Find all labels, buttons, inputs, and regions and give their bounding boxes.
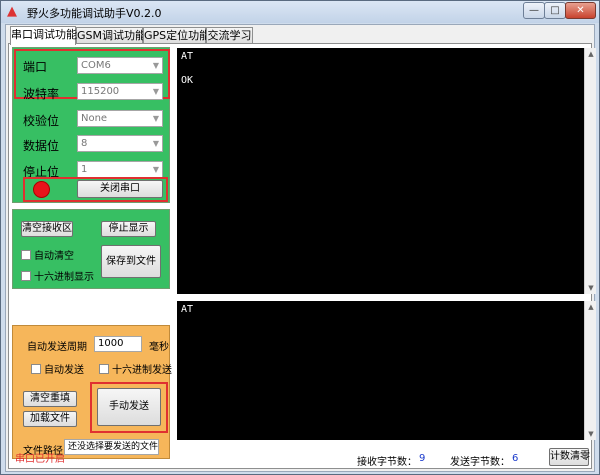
send-scrollbar[interactable]: ▲ ▼	[584, 301, 596, 440]
rx-count-value: 9	[419, 453, 426, 464]
scroll-up-icon[interactable]: ▲	[586, 49, 596, 59]
chevron-down-icon: ▼	[152, 61, 159, 70]
port-value: COM6	[81, 60, 111, 71]
tx-count-value: 6	[512, 453, 519, 464]
chevron-down-icon: ▼	[152, 114, 159, 123]
scroll-down-icon[interactable]: ▼	[586, 283, 596, 293]
receive-line: OK	[181, 75, 194, 86]
load-file-button[interactable]: 加载文件	[23, 411, 77, 427]
baud-label: 波特率	[23, 87, 60, 101]
send-terminal[interactable]: AT	[177, 301, 584, 440]
baud-value: 115200	[81, 86, 120, 97]
serial-settings-panel: 端口 COM6 ▼ 波特率 115200 ▼ 校验位 None ▼ 数据位 8	[12, 47, 170, 203]
file-path-input[interactable]: 还没选择要发送的文件	[64, 439, 159, 455]
maximize-button[interactable]: □	[544, 2, 566, 19]
stopbits-select[interactable]: 1 ▼	[77, 161, 163, 178]
scroll-down-icon[interactable]: ▼	[586, 429, 596, 439]
stopbits-value: 1	[81, 164, 88, 175]
port-label: 端口	[23, 60, 48, 74]
receive-terminal[interactable]: AT OK	[177, 48, 584, 294]
rx-count-label: 接收字节数：	[357, 457, 417, 468]
checkbox-box[interactable]	[21, 271, 31, 281]
port-status-led	[33, 181, 50, 198]
auto-clear-checkbox[interactable]: 自动清空	[21, 247, 74, 262]
tab-gsm[interactable]: GSM调试功能	[76, 27, 146, 44]
save-to-file-button[interactable]: 保存到文件	[101, 245, 161, 278]
app-icon: ▲	[7, 4, 17, 19]
checkbox-box[interactable]	[99, 364, 109, 374]
manual-send-button[interactable]: 手动发送	[97, 388, 161, 426]
port-select[interactable]: COM6 ▼	[77, 57, 163, 74]
close-button[interactable]: ✕	[565, 2, 596, 19]
baud-select[interactable]: 115200 ▼	[77, 83, 163, 100]
parity-label: 校验位	[23, 114, 60, 128]
send-line: AT	[181, 304, 194, 315]
clear-receive-button[interactable]: 清空接收区	[21, 221, 73, 237]
auto-send-label: 自动发送	[44, 365, 84, 376]
tab-learning[interactable]: 交流学习	[206, 27, 253, 44]
checkbox-box[interactable]	[21, 250, 31, 260]
chevron-down-icon: ▼	[152, 165, 159, 174]
close-port-button[interactable]: 关闭串口	[77, 180, 163, 198]
databits-label: 数据位	[23, 139, 60, 153]
receive-scrollbar[interactable]: ▲ ▼	[584, 48, 596, 294]
period-input[interactable]: 1000	[94, 336, 142, 352]
serial-tab-content: 端口 COM6 ▼ 波特率 115200 ▼ 校验位 None ▼ 数据位 8	[8, 43, 596, 469]
receive-line	[181, 63, 580, 75]
app-window: ▲ 野火多功能调试助手V0.2.0 — □ ✕ 串口调试功能 GSM调试功能 G…	[0, 0, 600, 475]
period-unit: 毫秒	[149, 342, 169, 353]
hex-send-checkbox[interactable]: 十六进制发送	[99, 361, 172, 376]
clear-counts-button[interactable]: 计数清零	[549, 448, 590, 466]
minimize-button[interactable]: —	[523, 2, 545, 19]
auto-send-checkbox[interactable]: 自动发送	[31, 361, 84, 376]
tab-gps[interactable]: GPS定位功能	[143, 27, 210, 44]
checkbox-box[interactable]	[31, 364, 41, 374]
chevron-down-icon: ▼	[152, 139, 159, 148]
port-status-text: 串口已开启	[15, 454, 65, 465]
chevron-down-icon: ▼	[152, 87, 159, 96]
databits-select[interactable]: 8 ▼	[77, 135, 163, 152]
stop-display-button[interactable]: 停止显示	[101, 221, 156, 237]
tx-count-label: 发送字节数：	[450, 457, 510, 468]
send-controls-panel: 自动发送周期 1000 毫秒 自动发送 十六进制发送 清空重填 加载文件 手动发…	[12, 325, 172, 459]
receive-controls-panel: 清空接收区 停止显示 自动清空 十六进制显示 保存到文件	[12, 209, 170, 289]
hex-display-checkbox[interactable]: 十六进制显示	[21, 268, 94, 283]
tab-serial[interactable]: 串口调试功能	[10, 26, 77, 45]
auto-clear-label: 自动清空	[34, 251, 74, 262]
hex-send-label: 十六进制发送	[112, 365, 172, 376]
title-bar: ▲ 野火多功能调试助手V0.2.0 — □ ✕	[1, 1, 599, 23]
client-area: 串口调试功能 GSM调试功能 GPS定位功能 交流学习 端口 COM6 ▼ 波特…	[5, 24, 596, 472]
databits-value: 8	[81, 138, 88, 149]
receive-line: AT	[181, 51, 194, 62]
parity-select[interactable]: None ▼	[77, 110, 163, 127]
window-title: 野火多功能调试助手V0.2.0	[27, 7, 162, 20]
hex-display-label: 十六进制显示	[34, 272, 94, 283]
parity-value: None	[81, 113, 108, 124]
scroll-up-icon[interactable]: ▲	[586, 302, 596, 312]
auto-send-period-label: 自动发送周期	[27, 342, 87, 353]
clear-refill-button[interactable]: 清空重填	[23, 391, 77, 407]
